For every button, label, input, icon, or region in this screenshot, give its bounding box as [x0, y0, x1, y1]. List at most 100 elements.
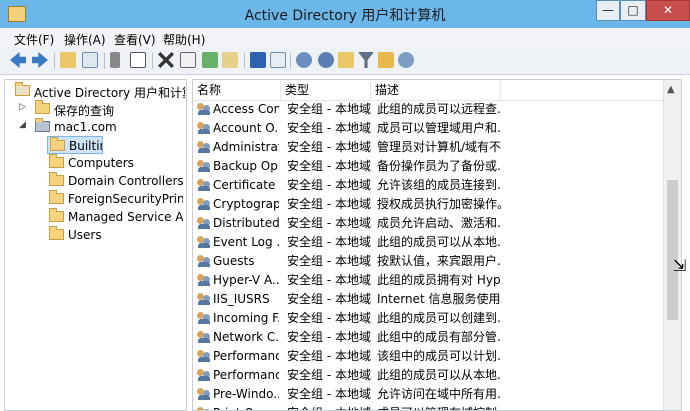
table-row[interactable]: Account O... 安全组 - 本地域 成员可以管理域用户和...: [193, 119, 663, 138]
table-row[interactable]: Hyper-V A... 安全组 - 本地域 此组的成员拥有对 Hyp...: [193, 271, 663, 290]
toolbar-separator: [244, 53, 245, 69]
table-row[interactable]: Performanc... 安全组 - 本地域该组中的成员可以计划...: [193, 347, 663, 366]
console-tree-icon[interactable]: [82, 52, 98, 68]
menu-action[interactable]: 操作(A): [64, 31, 106, 48]
cell-type: 安全组 - 本地域: [287, 159, 371, 173]
tree-item-builtin[interactable]: Builtin: [47, 136, 103, 154]
title-bar: Active Directory 用户和计算机 — □ ✕: [0, 0, 690, 28]
cell-name: Guests: [213, 254, 255, 268]
tree-item-label: mac1.com: [54, 120, 117, 134]
tree-item-label: 保存的查询: [54, 104, 115, 118]
cell-description: 授权成员执行加密操作。: [377, 197, 502, 211]
tree-item-foreign-security-principals[interactable]: ForeignSecurityPrincipals: [47, 190, 183, 208]
cell-type: 安全组 - 本地域: [287, 102, 371, 116]
add-to-group-icon[interactable]: [398, 52, 414, 68]
group-icon: [197, 331, 211, 344]
group-icon: [197, 217, 211, 230]
scroll-up-icon[interactable]: ▲: [667, 84, 675, 95]
scrollbar-thumb[interactable]: [667, 180, 678, 320]
copy-icon[interactable]: [130, 52, 146, 68]
refresh-icon[interactable]: [202, 52, 218, 68]
new-ou-icon[interactable]: [338, 52, 354, 68]
mouse-cursor-icon: ⇲: [673, 256, 687, 275]
list-header: 名称 类型 描述: [193, 80, 663, 101]
help-icon[interactable]: [250, 52, 266, 68]
table-row[interactable]: Performanc... 安全组 - 本地域此组的成员可以从本地...: [193, 366, 663, 385]
table-row[interactable]: Pre-Windo... 安全组 - 本地域 允许访问在域中所有用...: [193, 385, 663, 404]
up-folder-icon[interactable]: [60, 52, 76, 68]
group-icon: [197, 350, 211, 363]
table-row[interactable]: Distributed... 安全组 - 本地域成员允许启动、激活和...: [193, 214, 663, 233]
tree-item-computers[interactable]: Computers: [47, 154, 183, 172]
cell-type: 安全组 - 本地域: [287, 235, 371, 249]
cell-name: Account O...: [213, 121, 279, 135]
cell-name: Backup Op...: [213, 159, 279, 173]
tree-item-root[interactable]: Active Directory 用户和计算机: [7, 82, 185, 100]
cell-name: Hyper-V A...: [213, 273, 279, 287]
cell-name: Distributed...: [213, 216, 279, 230]
console-tree: Active Directory 用户和计算机 ▷ 保存的查询 ◢ mac1.c…: [4, 79, 187, 411]
collapse-arrow-icon[interactable]: ◢: [19, 120, 29, 130]
window-title: Active Directory 用户和计算机: [244, 8, 446, 24]
cell-description: 该组中的成员可以计划...: [377, 349, 502, 363]
new-user-icon[interactable]: [296, 52, 312, 68]
tree-item-domain[interactable]: ◢ mac1.com: [7, 118, 185, 136]
properties-icon[interactable]: [180, 52, 196, 68]
back-icon[interactable]: [10, 52, 26, 68]
table-row[interactable]: Administrat... 安全组 - 本地域管理员对计算机/域有不...: [193, 138, 663, 157]
cell-description: 备份操作员为了备份或...: [377, 159, 502, 173]
table-row[interactable]: Access Con... 安全组 - 本地域此组的成员可以远程查...: [193, 100, 663, 119]
find-icon[interactable]: [378, 52, 394, 68]
table-row[interactable]: Incoming F... 安全组 - 本地域此组的成员可以创建到...: [193, 309, 663, 328]
forward-icon[interactable]: [32, 52, 48, 68]
maximize-button[interactable]: □: [620, 0, 646, 21]
toolbar-separator: [104, 53, 105, 69]
table-row[interactable]: IIS_IUSRS 安全组 - 本地域 Internet 信息服务使用...: [193, 290, 663, 309]
new-group-icon[interactable]: [318, 52, 334, 68]
action-pane-icon[interactable]: [270, 52, 286, 68]
column-header-type[interactable]: 类型: [281, 80, 371, 100]
menu-file[interactable]: 文件(F): [14, 31, 54, 48]
cell-name: Event Log ...: [213, 235, 279, 249]
export-list-icon[interactable]: [222, 52, 238, 68]
tree-item-users[interactable]: Users: [47, 226, 183, 244]
folder-icon: [49, 154, 64, 168]
cell-description: 成员可以管理域用户和...: [377, 121, 502, 135]
cell-type: 安全组 - 本地域: [287, 273, 371, 287]
cell-description: 成员可以管理在域控制...: [377, 404, 502, 410]
delete-icon[interactable]: [158, 52, 174, 68]
table-row[interactable]: Print Opera... 安全组 - 本地域成员可以管理在域控制...: [193, 404, 663, 410]
expand-arrow-icon[interactable]: ▷: [19, 102, 29, 112]
group-icon: [197, 103, 211, 116]
menu-view[interactable]: 查看(V): [114, 31, 156, 48]
vertical-scrollbar[interactable]: ▲: [663, 80, 681, 410]
aduc-icon: [15, 82, 30, 96]
tree-item-saved-queries[interactable]: ▷ 保存的查询: [7, 100, 185, 118]
filter-icon[interactable]: [358, 52, 374, 68]
table-row[interactable]: Certificate ... 安全组 - 本地域允许该组的成员连接到...: [193, 176, 663, 195]
column-header-name[interactable]: 名称: [193, 80, 281, 100]
cell-name: Pre-Windo...: [213, 387, 279, 401]
cut-icon[interactable]: [110, 52, 120, 68]
cell-description: Internet 信息服务使用...: [377, 292, 502, 306]
table-row[interactable]: Cryptograp... 安全组 - 本地域授权成员执行加密操作。: [193, 195, 663, 214]
close-button[interactable]: ✕: [646, 0, 690, 21]
tree-item-label: ForeignSecurityPrincipals: [68, 192, 183, 206]
tree-item-label: Computers: [68, 156, 134, 170]
minimize-button[interactable]: —: [596, 0, 620, 21]
cell-type: 安全组 - 本地域: [287, 121, 371, 135]
tree-item-label: Domain Controllers: [68, 174, 183, 188]
table-row[interactable]: Backup Op... 安全组 - 本地域备份操作员为了备份或...: [193, 157, 663, 176]
cell-type: 安全组 - 本地域: [287, 368, 371, 382]
table-row[interactable]: Event Log ... 安全组 - 本地域此组的成员可以从本地...: [193, 233, 663, 252]
cell-description: 此组的成员可以创建到...: [377, 311, 502, 325]
folder-icon: [49, 226, 64, 240]
tree-item-label: Users: [68, 228, 102, 242]
table-row[interactable]: Network C... 安全组 - 本地域此组中的成员有部分管...: [193, 328, 663, 347]
table-row[interactable]: Guests 安全组 - 本地域 按默认值，来宾跟用户...: [193, 252, 663, 271]
group-icon: [197, 274, 211, 287]
menu-help[interactable]: 帮助(H): [163, 31, 205, 48]
column-header-description[interactable]: 描述: [371, 80, 501, 100]
tree-item-domain-controllers[interactable]: Domain Controllers: [47, 172, 183, 190]
tree-item-managed-service-accounts[interactable]: Managed Service Accounts: [47, 208, 183, 226]
